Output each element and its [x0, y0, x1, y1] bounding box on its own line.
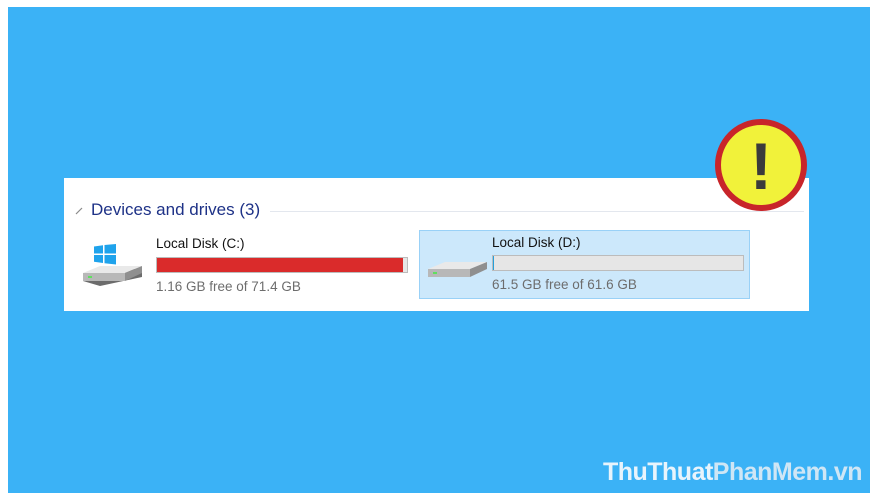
warning-symbol: !: [750, 129, 772, 203]
section-title: Devices and drives (3): [91, 200, 261, 219]
watermark-part-1: ThuThuat: [602, 458, 713, 486]
devices-and-drives-header[interactable]: Devices and drives (3): [74, 198, 804, 222]
drive-usage-fill: [493, 256, 494, 270]
windows-drive-icon: [80, 240, 146, 294]
drive-tile-c[interactable]: Local Disk (C:) 1.16 GB free of 71.4 GB: [80, 230, 414, 299]
drive-usage-bar: [492, 255, 744, 271]
this-pc-drives-panel: Devices and drives (3) Local Disk (C:) 1…: [64, 178, 809, 311]
exclamation-warning-icon: !: [714, 118, 808, 212]
drive-usage-fill: [157, 258, 403, 272]
drive-name: Local Disk (D:): [492, 235, 581, 250]
watermark-part-2: PhanMem.vn: [712, 458, 863, 486]
hard-drive-icon: [425, 249, 491, 303]
chevron-collapse-icon[interactable]: [74, 206, 84, 216]
drive-free-space: 61.5 GB free of 61.6 GB: [492, 277, 637, 292]
drive-usage-bar: [156, 257, 408, 273]
watermark: ThuThuatPhanMem.vn: [602, 458, 863, 487]
drive-tile-d[interactable]: Local Disk (D:) 61.5 GB free of 61.6 GB: [419, 230, 750, 299]
drive-free-space: 1.16 GB free of 71.4 GB: [156, 279, 301, 294]
drive-name: Local Disk (C:): [156, 236, 245, 251]
